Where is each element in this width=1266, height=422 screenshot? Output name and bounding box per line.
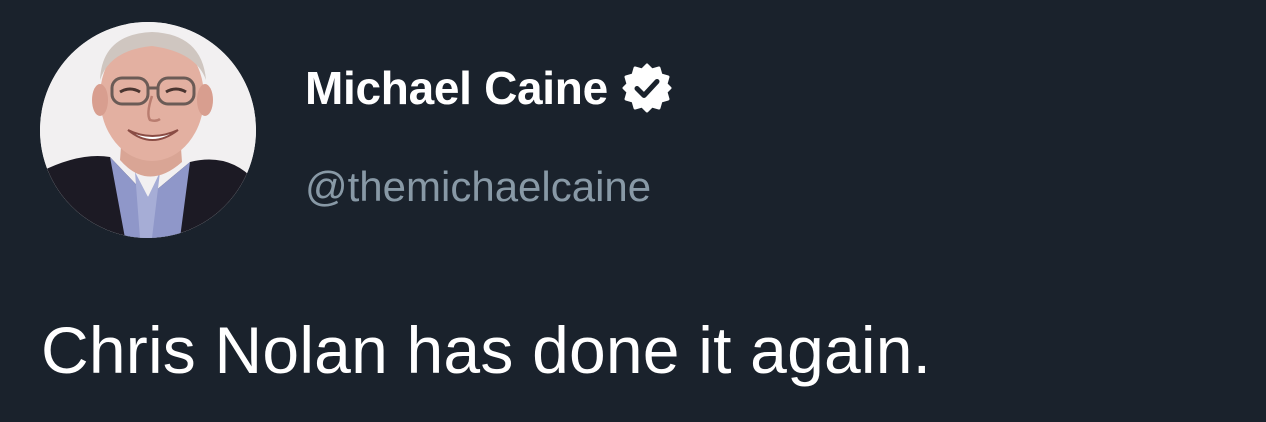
tweet-text: Chris Nolan has done it again. [41, 313, 932, 387]
author-handle[interactable]: @themichaelcaine [305, 158, 651, 216]
tweet-card: Michael Caine @themichaelcaine Chris Nol… [0, 0, 1266, 422]
author-display-name[interactable]: Michael Caine [305, 58, 608, 118]
author-name-row: Michael Caine [305, 58, 672, 118]
avatar-photo [40, 22, 256, 238]
verified-badge-icon [622, 63, 672, 113]
avatar[interactable] [40, 22, 256, 238]
